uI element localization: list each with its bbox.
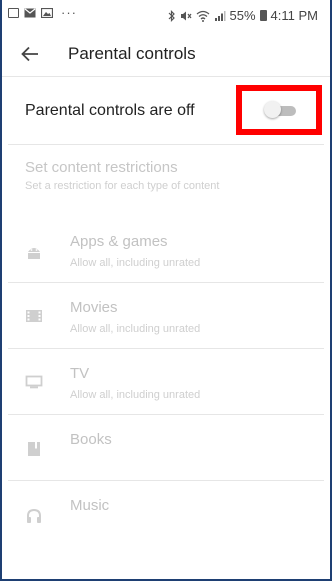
category-name: Music (70, 497, 110, 514)
parental-controls-switch[interactable] (264, 101, 296, 118)
arrow-back-icon (21, 46, 38, 62)
calendar-icon (8, 8, 19, 18)
section-title: Set content restrictions (25, 159, 178, 176)
book-icon (24, 439, 44, 459)
divider (8, 480, 324, 481)
mail-icon (24, 8, 36, 18)
category-row-music[interactable]: Music (0, 482, 332, 548)
film-icon (24, 306, 44, 326)
battery-percent: 55% (229, 8, 256, 23)
category-name: Movies (70, 299, 118, 316)
signal-icon (214, 10, 226, 21)
android-icon (24, 242, 44, 262)
switch-thumb[interactable] (264, 101, 281, 118)
more-notifications: ··· (61, 5, 77, 20)
headphones-icon (24, 506, 44, 526)
status-bar: ··· 55% 4:11 PM (0, 0, 332, 36)
system-status: 55% 4:11 PM (168, 8, 318, 23)
category-row-apps-games[interactable]: Apps & games Allow all, including unrate… (0, 218, 332, 284)
category-name: Books (70, 431, 112, 448)
page-title: Parental controls (68, 44, 196, 63)
back-button[interactable] (16, 40, 44, 68)
bluetooth-icon (168, 9, 175, 22)
mute-icon (180, 11, 191, 20)
parental-controls-status-label: Parental controls are off (25, 102, 195, 119)
category-name: TV (70, 365, 90, 382)
image-icon (41, 8, 53, 18)
category-description: Allow all, including unrated (70, 257, 201, 269)
divider (8, 144, 324, 145)
notification-icons: ··· (8, 5, 77, 20)
divider (8, 414, 324, 415)
category-row-tv[interactable]: TV Allow all, including unrated (0, 350, 332, 416)
divider (8, 282, 324, 283)
section-subtitle: Set a restriction for each type of conte… (25, 180, 220, 192)
clock: 4:11 PM (270, 8, 318, 23)
parental-controls-toggle-row[interactable]: Parental controls are off (0, 78, 332, 142)
category-row-books[interactable]: Books (0, 416, 332, 482)
app-bar: Parental controls (0, 36, 332, 76)
category-description: Allow all, including unrated (70, 323, 201, 335)
category-name: Apps & games (70, 233, 168, 250)
wifi-icon (196, 10, 209, 22)
app-bar-divider (0, 76, 332, 77)
battery-icon (259, 10, 267, 21)
tv-icon (24, 372, 44, 392)
category-row-movies[interactable]: Movies Allow all, including unrated (0, 284, 332, 350)
divider (8, 348, 324, 349)
category-description: Allow all, including unrated (70, 389, 201, 401)
